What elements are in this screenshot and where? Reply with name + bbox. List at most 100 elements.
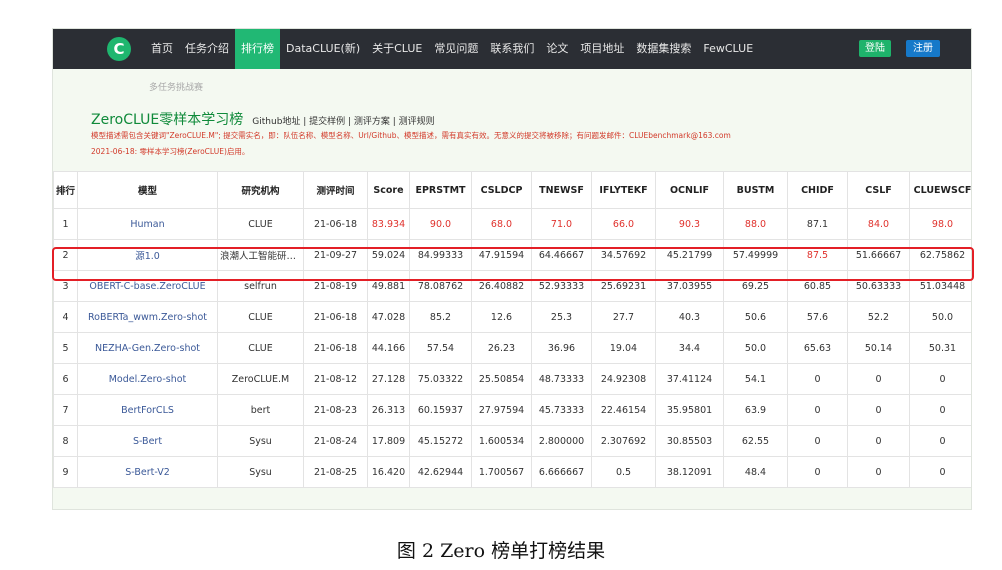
- nav-item[interactable]: DataCLUE(新): [280, 29, 366, 69]
- table-cell: 50.0: [909, 301, 971, 333]
- table-cell: 9: [53, 456, 78, 488]
- table-cell: 48.4: [723, 456, 788, 488]
- table-cell: 1.700567: [471, 456, 532, 488]
- register-button[interactable]: 注册: [906, 40, 940, 57]
- model-name-link[interactable]: S-Bert-V2: [77, 456, 218, 488]
- table-header-row: 排行 模型 研究机构 测评时间 Score EPRSTMT CSLDCP TNEWSF IFLY…: [53, 171, 971, 209]
- table-cell: 83.934: [367, 208, 410, 240]
- table-cell: 12.6: [471, 301, 532, 333]
- column-header[interactable]: BUSTM: [723, 171, 788, 209]
- column-header[interactable]: 模型: [77, 171, 218, 209]
- table-cell: 60.15937: [409, 394, 472, 426]
- table-row[interactable]: 2 源1.0 浪潮人工智能研究院 21-09-27 59.024 84.99333 47.9…: [53, 239, 971, 271]
- table-cell: 59.024: [367, 239, 410, 271]
- table-row[interactable]: 9 S-Bert-V2 Sysu 21-08-25 16.420 42.62944 1.70…: [53, 456, 971, 488]
- table-row[interactable]: 5 NEZHA-Gen.Zero-shot CLUE 21-06-18 44.166 57…: [53, 332, 971, 364]
- nav-item[interactable]: 关于CLUE: [366, 29, 428, 69]
- model-name-link[interactable]: RoBERTa_wwm.Zero-shot: [77, 301, 218, 333]
- table-cell: 37.41124: [655, 363, 724, 395]
- nav-item[interactable]: 联系我们: [484, 29, 540, 69]
- column-header[interactable]: 研究机构: [217, 171, 304, 209]
- column-header[interactable]: EPRSTMT: [409, 171, 472, 209]
- table-cell: 64.46667: [531, 239, 592, 271]
- table-cell: 51.03448: [909, 270, 971, 302]
- table-cell: 35.95801: [655, 394, 724, 426]
- table-cell: 48.73333: [531, 363, 592, 395]
- table-cell: 84.99333: [409, 239, 472, 271]
- model-name-link[interactable]: S-Bert: [77, 425, 218, 457]
- column-header[interactable]: CSLF: [847, 171, 910, 209]
- table-cell: 45.21799: [655, 239, 724, 271]
- column-header[interactable]: CSLDCP: [471, 171, 532, 209]
- column-header[interactable]: CLUEWSCF: [909, 171, 971, 209]
- table-cell: 47.91594: [471, 239, 532, 271]
- nav-item[interactable]: 任务介绍: [179, 29, 235, 69]
- table-cell: 50.14: [847, 332, 910, 364]
- table-cell: 21-08-19: [303, 270, 368, 302]
- table-cell: 60.85: [787, 270, 848, 302]
- table-cell: 52.2: [847, 301, 910, 333]
- leaderboard-table: 排行 模型 研究机构 测评时间 Score EPRSTMT CSLDCP TNEWSF IFLY…: [53, 171, 971, 488]
- table-cell: 50.6: [723, 301, 788, 333]
- model-name-link[interactable]: Human: [77, 208, 218, 240]
- multitask-tab[interactable]: 多任务挑战赛: [149, 80, 203, 93]
- nav-links: 首页 任务介绍 排行榜 DataCLUE(新) 关于CLUE 常见问题 联系我们 论文 项目地址…: [145, 29, 759, 69]
- submission-note: 模型描述需包含关键词"ZeroCLUE.M"; 提交需实名，即：队伍名称、模型名…: [91, 131, 731, 140]
- table-cell: 0: [787, 456, 848, 488]
- nav-item[interactable]: 论文: [540, 29, 574, 69]
- header-links[interactable]: Github地址 | 提交样例 | 测评方案 | 测评规则: [252, 117, 434, 127]
- nav-item[interactable]: 常见问题: [428, 29, 484, 69]
- nav-item[interactable]: 首页: [145, 29, 179, 69]
- table-cell: 0: [847, 425, 910, 457]
- table-cell: 50.0: [723, 332, 788, 364]
- table-cell: 68.0: [471, 208, 532, 240]
- table-cell: 57.49999: [723, 239, 788, 271]
- model-name-link[interactable]: NEZHA-Gen.Zero-shot: [77, 332, 218, 364]
- table-cell: 26.23: [471, 332, 532, 364]
- table-row[interactable]: 1 Human CLUE 21-06-18 83.934 90.0 68.0 71.0 66.0…: [53, 208, 971, 240]
- table-cell: 37.03955: [655, 270, 724, 302]
- model-name-link[interactable]: BertForCLS: [77, 394, 218, 426]
- table-cell: 0: [847, 394, 910, 426]
- table-row[interactable]: 8 S-Bert Sysu 21-08-24 17.809 45.15272 1.60053…: [53, 425, 971, 457]
- table-cell: 21-08-23: [303, 394, 368, 426]
- nav-item[interactable]: 项目地址: [574, 29, 630, 69]
- login-button[interactable]: 登陆: [859, 40, 891, 57]
- table-row[interactable]: 3 OBERT-C-base.ZeroCLUE selfrun 21-08-19 49.…: [53, 270, 971, 302]
- table-cell: 7: [53, 394, 78, 426]
- table-row[interactable]: 7 BertForCLS bert 21-08-23 26.313 60.15937 27.…: [53, 394, 971, 426]
- column-header[interactable]: 测评时间: [303, 171, 368, 209]
- table-row[interactable]: 6 Model.Zero-shot ZeroCLUE.M 21-08-12 27.128…: [53, 363, 971, 395]
- table-cell: 2.800000: [531, 425, 592, 457]
- table-cell: 87.5: [787, 239, 848, 271]
- table-cell: 24.92308: [591, 363, 656, 395]
- table-cell: 4: [53, 301, 78, 333]
- table-cell: bert: [217, 394, 304, 426]
- model-name-link[interactable]: 源1.0: [77, 239, 218, 271]
- table-row[interactable]: 4 RoBERTa_wwm.Zero-shot CLUE 21-06-18 47.028…: [53, 301, 971, 333]
- column-header[interactable]: TNEWSF: [531, 171, 592, 209]
- table-cell: 52.93333: [531, 270, 592, 302]
- table-cell: 51.66667: [847, 239, 910, 271]
- clue-logo-icon[interactable]: C: [107, 37, 131, 61]
- column-header[interactable]: OCNLIF: [655, 171, 724, 209]
- table-cell: 26.313: [367, 394, 410, 426]
- column-header[interactable]: CHIDF: [787, 171, 848, 209]
- nav-item[interactable]: 数据集搜索: [630, 29, 697, 69]
- table-cell: ZeroCLUE.M: [217, 363, 304, 395]
- model-name-link[interactable]: OBERT-C-base.ZeroCLUE: [77, 270, 218, 302]
- table-cell: 87.1: [787, 208, 848, 240]
- column-header[interactable]: 排行: [53, 171, 78, 209]
- nav-item[interactable]: 排行榜: [235, 29, 280, 69]
- table-cell: 69.25: [723, 270, 788, 302]
- table-cell: 36.96: [531, 332, 592, 364]
- table-cell: 1.600534: [471, 425, 532, 457]
- table-cell: selfrun: [217, 270, 304, 302]
- model-name-link[interactable]: Model.Zero-shot: [77, 363, 218, 395]
- table-cell: 50.63333: [847, 270, 910, 302]
- table-cell: 3: [53, 270, 78, 302]
- column-header[interactable]: Score: [367, 171, 410, 209]
- leaderboard-screenshot: C 首页 任务介绍 排行榜 DataCLUE(新) 关于CLUE 常见问题 联系我们 论文 项目…: [52, 28, 972, 510]
- nav-item[interactable]: FewCLUE: [697, 29, 759, 69]
- column-header[interactable]: IFLYTEKF: [591, 171, 656, 209]
